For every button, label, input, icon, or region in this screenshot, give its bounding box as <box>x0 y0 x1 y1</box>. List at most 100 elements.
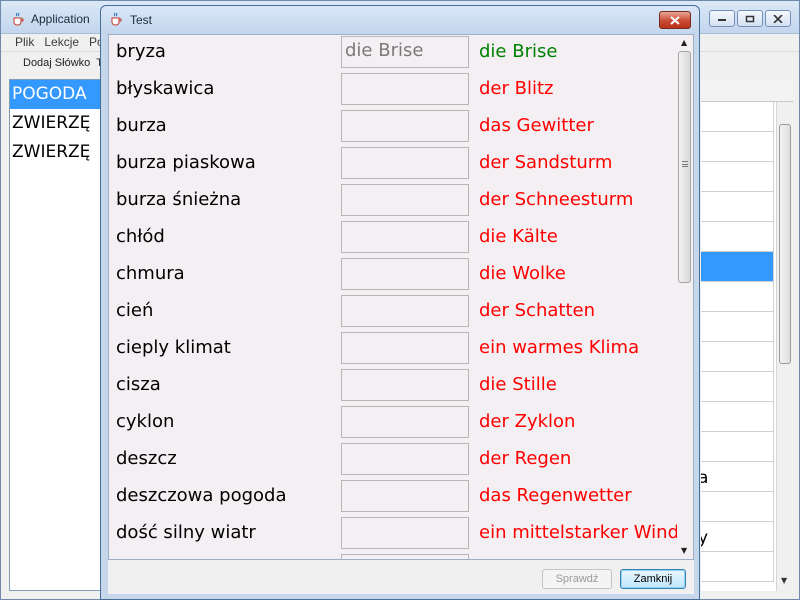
polish-word: cień <box>116 300 154 321</box>
answer-input[interactable] <box>341 295 469 327</box>
table-row[interactable] <box>701 162 774 192</box>
answer-input[interactable] <box>341 258 469 290</box>
polish-word: cisza <box>116 374 161 395</box>
table-row[interactable] <box>701 192 774 222</box>
answer-input[interactable] <box>341 369 469 401</box>
lesson-item[interactable]: ZWIERZĘ <box>10 109 102 138</box>
answer-input[interactable] <box>341 221 469 253</box>
table-scrollbar-thumb[interactable] <box>779 124 791 364</box>
table-row[interactable]: y <box>701 522 774 552</box>
word-row <box>109 553 679 559</box>
german-translation: ein warmes Klima <box>479 337 640 358</box>
table-row[interactable] <box>701 492 774 522</box>
java-cup-icon <box>109 11 123 30</box>
table-row[interactable] <box>701 252 774 282</box>
polish-word: burza śnieżna <box>116 189 242 210</box>
scroll-down-icon[interactable]: ▼ <box>781 576 787 585</box>
table-row[interactable] <box>701 102 774 132</box>
german-translation: der Schneesturm <box>479 189 634 210</box>
word-row: burza piaskowa der Sandsturm <box>109 146 679 183</box>
grip-icon <box>682 161 688 167</box>
table-row[interactable] <box>701 312 774 342</box>
lesson-item[interactable]: ZWIERZĘ <box>10 138 102 167</box>
vocabulary-scrollbar[interactable]: ▲ ▼ <box>677 35 693 559</box>
java-cup-icon <box>11 11 25 30</box>
dialog-title-bar: Test <box>101 6 699 34</box>
polish-word: chłód <box>116 226 165 247</box>
table-row[interactable] <box>701 552 774 582</box>
german-translation: die Stille <box>479 374 557 395</box>
menu-plik[interactable]: Plik <box>15 34 34 51</box>
scroll-down-icon[interactable]: ▼ <box>681 546 687 555</box>
polish-word: cieply klimat <box>116 337 231 358</box>
answer-input[interactable] <box>341 517 469 549</box>
word-row: bryza die Brise die Brise <box>109 35 679 72</box>
answer-input[interactable] <box>341 332 469 364</box>
answer-input[interactable]: die Brise <box>341 36 469 68</box>
word-row: cień der Schatten <box>109 294 679 331</box>
german-translation: der Schatten <box>479 300 595 321</box>
german-translation: der Sandsturm <box>479 152 613 173</box>
table-row[interactable] <box>701 132 774 162</box>
word-row: burza das Gewitter <box>109 109 679 146</box>
german-translation: der Zyklon <box>479 411 576 432</box>
word-row: cisza die Stille <box>109 368 679 405</box>
add-word-button[interactable]: Dodaj Słówko <box>23 53 90 73</box>
polish-word: cyklon <box>116 411 175 432</box>
menu-lekcje[interactable]: Lekcje <box>44 34 79 51</box>
table-row[interactable] <box>701 432 774 462</box>
table-scrollbar[interactable]: ▼ <box>776 102 793 591</box>
lessons-list[interactable]: POGODA ZWIERZĘ ZWIERZĘ <box>9 79 103 591</box>
vocabulary-list: bryza die Brise die Brise błyskawica der Bli… <box>108 34 694 560</box>
table-row[interactable] <box>701 282 774 312</box>
answer-input[interactable] <box>341 184 469 216</box>
polish-word: deszczowa pogoda <box>116 485 287 506</box>
word-row: cyklon der Zyklon <box>109 405 679 442</box>
german-translation: ein mittelstarker Wind <box>479 522 680 543</box>
dialog-title: Test <box>130 13 153 27</box>
german-translation: die Wolke <box>479 263 566 284</box>
table-row[interactable] <box>701 402 774 432</box>
scroll-up-icon[interactable]: ▲ <box>681 38 687 47</box>
word-row: deszczowa pogoda das Regenwetter <box>109 479 679 516</box>
table-row[interactable]: a <box>701 462 774 492</box>
german-translation: das Regenwetter <box>479 485 632 506</box>
table-header <box>701 79 793 102</box>
minimize-icon[interactable] <box>709 10 735 27</box>
word-row: burza śnieżna der Schneesturm <box>109 183 679 220</box>
answer-input[interactable] <box>341 443 469 475</box>
word-row: chłód die Kälte <box>109 220 679 257</box>
close-icon[interactable] <box>765 10 791 27</box>
answer-input[interactable] <box>341 147 469 179</box>
word-row: deszcz der Regen <box>109 442 679 479</box>
dialog-close-icon[interactable] <box>659 11 691 29</box>
table-row[interactable] <box>701 222 774 252</box>
close-button[interactable]: Zamknij <box>620 569 686 589</box>
german-translation: der Regen <box>479 448 572 469</box>
table-cell: y <box>701 528 709 548</box>
app-title: Application <box>31 12 90 26</box>
word-row: dość silny wiatr ein mittelstarker Wind <box>109 516 679 553</box>
lesson-item[interactable]: POGODA <box>10 80 102 109</box>
polish-word: błyskawica <box>116 78 215 99</box>
german-translation: die Brise <box>479 41 558 62</box>
words-table[interactable]: a y ▼ <box>701 79 793 591</box>
vocabulary-scrollbar-thumb[interactable] <box>678 51 691 283</box>
polish-word: burza piaskowa <box>116 152 256 173</box>
table-row[interactable] <box>701 372 774 402</box>
answer-input[interactable] <box>341 406 469 438</box>
polish-word: deszcz <box>116 448 177 469</box>
check-button[interactable]: Sprawdź <box>542 569 612 589</box>
polish-word: burza <box>116 115 167 136</box>
word-row: błyskawica der Blitz <box>109 72 679 109</box>
word-row: chmura die Wolke <box>109 257 679 294</box>
table-cell: a <box>701 468 709 488</box>
table-row[interactable] <box>701 342 774 372</box>
polish-word: dość silny wiatr <box>116 522 256 543</box>
answer-input[interactable] <box>341 110 469 142</box>
answer-input[interactable] <box>341 480 469 512</box>
dialog-button-bar: Sprawdź Zamknij <box>108 560 694 594</box>
maximize-icon[interactable] <box>737 10 763 27</box>
german-translation: die Kälte <box>479 226 558 247</box>
answer-input[interactable] <box>341 73 469 105</box>
